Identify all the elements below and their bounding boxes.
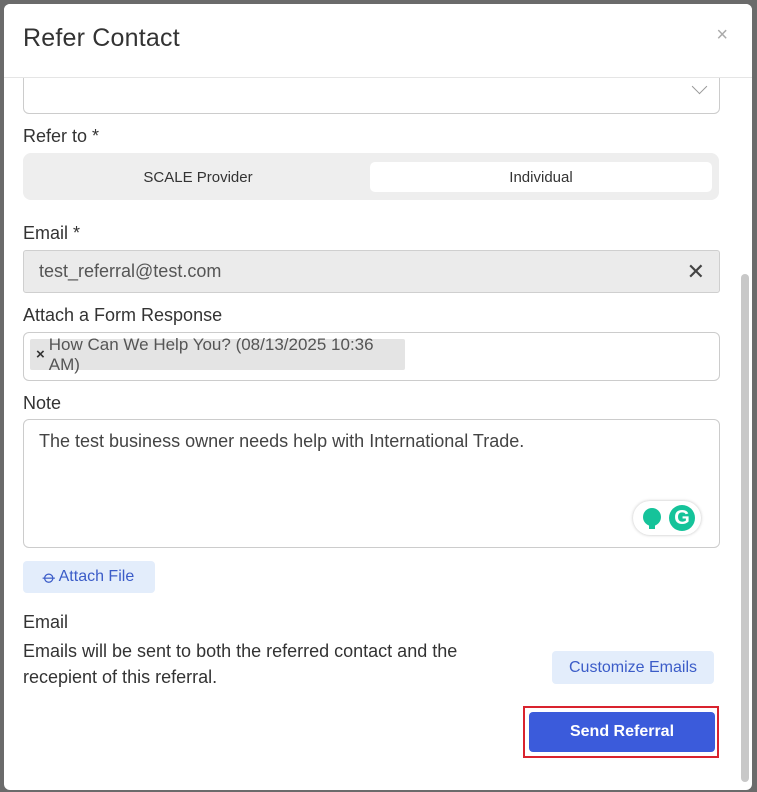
- form-response-select[interactable]: × How Can We Help You? (08/13/2025 10:36…: [23, 332, 720, 381]
- note-value: The test business owner needs help with …: [39, 431, 525, 451]
- email-section-description: Emails will be sent to both the referred…: [23, 638, 523, 690]
- chevron-down-icon: [691, 78, 708, 95]
- email-field[interactable]: test_referral@test.com ✕: [23, 250, 720, 293]
- refer-to-toggle: SCALE Provider Individual: [23, 153, 719, 200]
- refer-to-label: Refer to *: [23, 126, 100, 146]
- email-label: Email *: [23, 223, 81, 243]
- paperclip-icon: ⌀: [38, 565, 61, 588]
- lightbulb-icon[interactable]: [643, 508, 661, 529]
- note-textarea[interactable]: The test business owner needs help with …: [23, 419, 720, 548]
- modal-title: Refer Contact: [23, 24, 180, 52]
- form-response-label: Attach a Form Response: [23, 305, 223, 325]
- chip-remove-icon[interactable]: ×: [36, 346, 45, 363]
- form-response-chip: × How Can We Help You? (08/13/2025 10:36…: [30, 335, 405, 374]
- note-label: Note: [23, 393, 62, 413]
- description-line-1: Emails will be sent to both the referred…: [23, 641, 458, 661]
- email-section-heading: Email: [23, 612, 69, 632]
- grammarly-widget[interactable]: G: [633, 501, 701, 535]
- attach-file-label: Attach File: [58, 568, 135, 585]
- option-scale-provider[interactable]: SCALE Provider: [27, 162, 369, 192]
- close-icon[interactable]: ×: [716, 24, 728, 47]
- attach-file-button[interactable]: ⌀ Attach File: [23, 561, 155, 593]
- send-referral-button[interactable]: Send Referral: [529, 712, 715, 752]
- chip-text: How Can We Help You? (08/13/2025 10:36 A…: [48, 334, 374, 374]
- description-line-2: recepient of this referral.: [23, 667, 218, 687]
- email-value: test_referral@test.com: [39, 261, 222, 281]
- grammarly-icon[interactable]: G: [669, 505, 695, 531]
- modal-header: Refer Contact ×: [4, 4, 752, 78]
- customize-emails-button[interactable]: Customize Emails: [552, 651, 714, 684]
- clear-icon[interactable]: ✕: [687, 259, 705, 285]
- option-individual[interactable]: Individual: [370, 162, 712, 192]
- modal-body: Refer to * SCALE Provider Individual Ema…: [4, 68, 752, 790]
- scrollbar[interactable]: [741, 274, 749, 782]
- refer-contact-modal: Refer Contact × Refer to * SCALE Provide…: [4, 4, 752, 790]
